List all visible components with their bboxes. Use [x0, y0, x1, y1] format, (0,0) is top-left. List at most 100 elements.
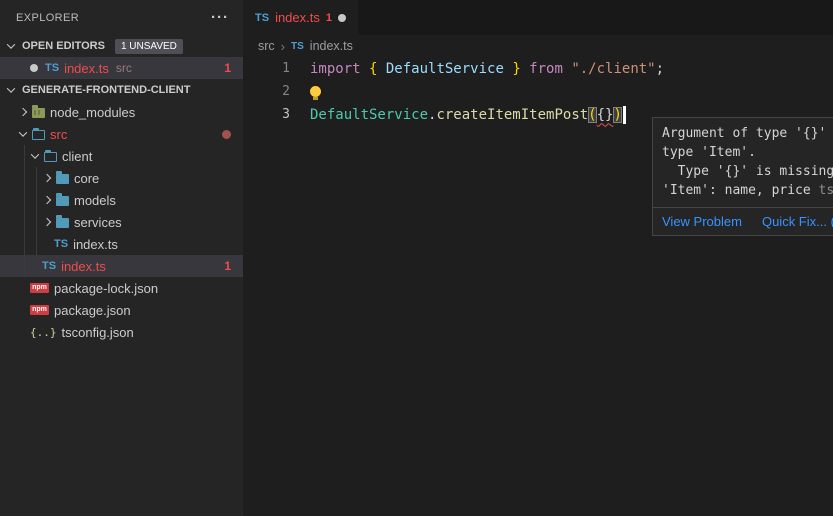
code-token: } [512, 61, 520, 77]
folder-open-icon [32, 130, 45, 140]
open-editors-label: OPEN EDITORS [22, 40, 105, 52]
chevron-down-icon [19, 128, 27, 136]
error-count-badge: 1 [224, 61, 231, 75]
modified-indicator-dot [222, 130, 231, 139]
error-message-text: ts(2345) [819, 183, 833, 198]
breadcrumb: src › TS index.ts [243, 35, 833, 57]
editor-body: src › TS index.ts 1 import { DefaultServi… [243, 35, 833, 516]
tree-item-node_modules[interactable]: node_modules [0, 101, 243, 123]
code-token: { [369, 61, 377, 77]
tree-item-label: src [50, 127, 67, 142]
code-token: ; [656, 61, 664, 77]
code-line-1[interactable]: 1 import { DefaultService } from "./clien… [243, 57, 833, 80]
vscode-window: EXPLORER ··· OPEN EDITORS 1 UNSAVED TS i… [0, 0, 833, 516]
chevron-right-icon [43, 218, 51, 226]
tab-modified-dot-icon[interactable] [338, 14, 346, 22]
code-token: . [428, 107, 436, 123]
folder-open-icon [44, 152, 57, 162]
tree-item-label: tsconfig.json [62, 325, 134, 340]
error-message: Argument of type '{}' is not assignable … [653, 118, 833, 207]
tree-item-index.ts[interactable]: TSindex.ts1 [0, 255, 243, 277]
view-problem-link[interactable]: View Problem [662, 214, 742, 229]
tree-item-label: package.json [54, 303, 131, 318]
indent-guide [36, 167, 37, 189]
chevron-right-icon [43, 196, 51, 204]
npm-file-icon: npm [30, 305, 49, 315]
code-token: DefaultService [377, 61, 512, 77]
node-modules-folder-icon [32, 108, 45, 118]
file-tree: node_modulessrc client core models services T… [0, 101, 243, 343]
sidebar-title: EXPLORER [16, 12, 79, 24]
text-cursor [623, 106, 626, 124]
tree-item-client[interactable]: client [0, 145, 243, 167]
error-message-text: type 'Item'. [662, 145, 756, 160]
typescript-file-icon: TS [42, 260, 56, 272]
typescript-file-icon: TS [255, 12, 269, 24]
workspace-label: GENERATE-FRONTEND-CLIENT [22, 84, 190, 96]
tree-item-label: index.ts [73, 237, 118, 252]
chevron-down-icon [7, 84, 15, 92]
indent-guide [36, 211, 37, 233]
indent-guide [24, 211, 25, 233]
breadcrumb-folder[interactable]: src [258, 39, 275, 53]
open-editor-item-index-ts[interactable]: TS index.ts src 1 [0, 57, 243, 79]
tab-index-ts[interactable]: TS index.ts 1 [243, 0, 358, 35]
chevron-down-icon [7, 40, 15, 48]
code-token: DefaultService [310, 107, 428, 123]
typescript-file-icon: TS [54, 238, 68, 250]
tree-item-package.json[interactable]: npm package.json [0, 299, 243, 321]
folder-icon [56, 196, 69, 206]
typescript-file-icon: TS [291, 41, 304, 52]
error-message-line: Argument of type '{}' is not assignable … [662, 124, 833, 143]
error-message-text: Type '{}' is missing the following prope… [662, 164, 833, 179]
error-message-line: type 'Item'. [662, 143, 833, 162]
code-token: {} [597, 107, 614, 123]
folder-icon [56, 218, 69, 228]
code-token: ) [613, 107, 621, 123]
indent-guide [36, 233, 37, 255]
open-editor-file-name: index.ts [64, 61, 109, 76]
line-number: 2 [243, 84, 290, 99]
chevron-right-icon [19, 108, 27, 116]
quick-fix-link[interactable]: Quick Fix... (Ctrl+.) [762, 214, 833, 229]
unsaved-badge: 1 UNSAVED [115, 39, 183, 54]
error-message-line: Type '{}' is missing the following prope… [662, 162, 833, 181]
indent-guide [36, 189, 37, 211]
tree-item-label: node_modules [50, 105, 135, 120]
workspace-section-header[interactable]: GENERATE-FRONTEND-CLIENT [0, 79, 243, 101]
tab-error-count: 1 [326, 12, 332, 24]
breadcrumb-separator-icon: › [281, 39, 285, 54]
chevron-down-icon [31, 150, 39, 158]
tree-item-models[interactable]: models [0, 189, 243, 211]
lightbulb-quickfix-icon[interactable] [310, 86, 321, 97]
open-editor-file-path: src [116, 61, 132, 75]
code-area[interactable]: 1 import { DefaultService } from "./clien… [243, 57, 833, 126]
line-content[interactable]: import { DefaultService } from "./client… [310, 61, 664, 77]
error-message-line: 'Item': name, price ts(2345) [662, 181, 833, 200]
tree-item-core[interactable]: core [0, 167, 243, 189]
chevron-right-icon [43, 174, 51, 182]
open-editors-section-header[interactable]: OPEN EDITORS 1 UNSAVED [0, 35, 243, 57]
folder-icon [56, 174, 69, 184]
tree-item-label: client [62, 149, 92, 164]
tree-item-label: index.ts [61, 259, 106, 274]
tree-item-label: core [74, 171, 99, 186]
tree-item-src[interactable]: src [0, 123, 243, 145]
tree-item-tsconfig.json[interactable]: {..}tsconfig.json [0, 321, 243, 343]
tree-item-package-lock.json[interactable]: npmpackage-lock.json [0, 277, 243, 299]
line-content[interactable]: DefaultService.createItemItemPost({}) [310, 106, 626, 124]
code-line-2[interactable]: 2 [243, 80, 833, 103]
indent-guide [24, 255, 25, 277]
explorer-sidebar: EXPLORER ··· OPEN EDITORS 1 UNSAVED TS i… [0, 0, 243, 516]
breadcrumb-file[interactable]: index.ts [310, 39, 353, 53]
more-actions-icon[interactable]: ··· [211, 13, 229, 23]
code-token: from [521, 61, 572, 77]
tab-bar: TS index.ts 1 [243, 0, 833, 35]
tree-item-label: services [74, 215, 122, 230]
line-content[interactable] [310, 86, 321, 97]
tree-item-services[interactable]: services [0, 211, 243, 233]
hover-actions: View Problem Quick Fix... (Ctrl+.) [653, 207, 833, 235]
tree-item-index.ts[interactable]: TS index.ts [0, 233, 243, 255]
sidebar-header: EXPLORER ··· [0, 0, 243, 35]
line-number: 1 [243, 61, 290, 76]
